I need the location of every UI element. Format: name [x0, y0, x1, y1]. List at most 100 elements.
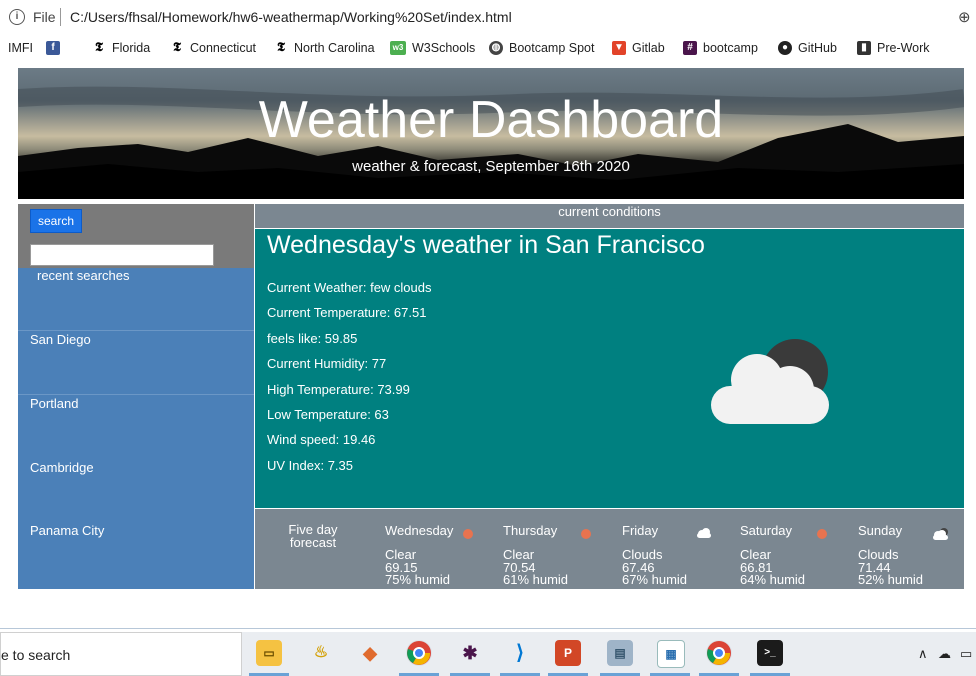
info-icon[interactable]: i: [9, 9, 25, 25]
bookmark-github[interactable]: ● GitHub: [778, 41, 837, 55]
bookmark-label: W3Schools: [412, 41, 476, 55]
terminal-icon[interactable]: >_: [757, 640, 783, 666]
current-weather: Current Weather: few clouds: [267, 280, 432, 295]
taskbar: e to search ▭ ♨ ◆ ✱ ⟩ P ▤ ▦ >_ ∧ ☁ ▭: [0, 632, 976, 676]
genie-icon[interactable]: ♨: [308, 640, 334, 666]
bookmark-facebook[interactable]: f: [46, 41, 60, 55]
file-label: File: [33, 9, 56, 25]
day-details: Clouds 67.46 67% humid: [622, 548, 688, 587]
current-conditions-header: current conditions: [255, 204, 964, 228]
day-humidity: 52% humid: [858, 572, 924, 587]
cloud-icon: [933, 528, 948, 540]
browser-window-icon[interactable]: ▦: [657, 640, 685, 668]
uv-index: UV Index: 7.35: [267, 458, 353, 473]
day-humidity: 64% humid: [740, 572, 806, 587]
w3schools-icon: w3: [390, 41, 406, 55]
bookmark-bootcamp[interactable]: # bootcamp: [683, 41, 758, 55]
vscode-icon[interactable]: ⟩: [507, 640, 533, 666]
bookmark-florida[interactable]: 𝕿 Florida: [92, 41, 151, 56]
bookmark-label: North Carolina: [294, 41, 375, 55]
current-heading: Wednesday's weather in San Francisco: [267, 231, 705, 259]
book-icon: ▮: [857, 41, 871, 55]
day-details: Clear 66.81 64% humid: [740, 548, 806, 587]
slack-icon: #: [683, 41, 697, 55]
sun-icon: [581, 529, 591, 539]
network-icon[interactable]: ▭: [960, 646, 972, 662]
url-text[interactable]: C:/Users/fhsal/Homework/hw6-weathermap/W…: [70, 9, 512, 25]
feels-like: feels like: 59.85: [267, 331, 358, 346]
day-humidity: 67% humid: [622, 572, 688, 587]
recent-item-cambridge[interactable]: Cambridge: [30, 460, 94, 475]
file-explorer-icon[interactable]: ▭: [256, 640, 282, 666]
gitlab-icon: ▼: [612, 41, 626, 55]
day-details: Clouds 71.44 52% humid: [858, 548, 924, 587]
address-separator: [60, 8, 61, 26]
bookmark-pre-work[interactable]: ▮ Pre-Work: [857, 41, 930, 55]
day-details: Clear 69.15 75% humid: [385, 548, 451, 587]
forecast-panel: Five day forecast Wednesday Clear 69.15 …: [255, 509, 964, 589]
bookmarks-bar: IMFI f 𝕿 Florida 𝕿 Connecticut 𝕿 North C…: [0, 36, 976, 62]
horizontal-scrollbar[interactable]: [0, 628, 976, 629]
nytimes-icon: 𝕿: [277, 40, 285, 55]
bookmark-label: Connecticut: [190, 41, 257, 55]
nytimes-icon: 𝕿: [173, 40, 181, 55]
bookmark-label: bootcamp: [703, 41, 758, 55]
chevron-up-icon[interactable]: ∧: [918, 646, 928, 662]
hero-banner: Weather Dashboard weather & forecast, Se…: [18, 68, 964, 199]
page-subtitle: weather & forecast, September 16th 2020: [352, 158, 630, 175]
day-name: Sunday: [858, 523, 903, 538]
recent-item-portland[interactable]: Portland: [30, 396, 78, 411]
high-temperature: High Temperature: 73.99: [267, 382, 410, 397]
search-input[interactable]: [30, 244, 214, 266]
chrome-icon[interactable]: [706, 640, 732, 666]
zoom-icon[interactable]: ⊕: [958, 8, 971, 26]
sun-icon: [817, 529, 827, 539]
chrome-icon[interactable]: [406, 640, 432, 666]
bookmark-connecticut[interactable]: 𝕿 Connecticut: [170, 40, 257, 56]
current-temperature: Current Temperature: 67.51: [267, 305, 427, 320]
forecast-label-line2: forecast: [289, 535, 337, 550]
day-name: Wednesday: [385, 523, 454, 538]
search-panel: search: [18, 204, 254, 268]
sidebar: search recent searches San Diego Portlan…: [18, 204, 254, 589]
bookmark-gitlab[interactable]: ▼ Gitlab: [612, 41, 665, 55]
recent-item-san-diego[interactable]: San Diego: [30, 332, 91, 347]
taskbar-search[interactable]: e to search: [0, 632, 242, 676]
github-icon: ●: [778, 41, 792, 55]
cloud-moon-icon: [711, 339, 829, 424]
day-details: Clear 70.54 61% humid: [503, 548, 569, 587]
globe-icon: ◍: [489, 41, 503, 55]
day-humidity: 75% humid: [385, 572, 451, 587]
divider: [18, 394, 254, 395]
bookmark-label: GitHub: [798, 41, 837, 55]
address-bar: i File C:/Users/fhsal/Homework/hw6-weath…: [0, 0, 976, 36]
day-name: Thursday: [503, 523, 558, 538]
facebook-icon: f: [46, 41, 60, 55]
day-name: Saturday: [740, 523, 793, 538]
bookmark-bootcamp-spot[interactable]: ◍ Bootcamp Spot: [489, 41, 594, 55]
day-humidity: 61% humid: [503, 572, 569, 587]
powerpoint-icon[interactable]: P: [555, 640, 581, 666]
recent-searches-label: recent searches: [37, 268, 130, 283]
current-humidity: Current Humidity: 77: [267, 356, 387, 371]
git-icon[interactable]: ◆: [357, 640, 383, 666]
bookmark-label: IMFI: [8, 41, 33, 55]
bookmark-label: Gitlab: [632, 41, 665, 55]
onedrive-icon[interactable]: ☁: [938, 646, 951, 662]
low-temperature: Low Temperature: 63: [267, 407, 389, 422]
bookmark-north-carolina[interactable]: 𝕿 North Carolina: [274, 40, 375, 56]
search-button[interactable]: search: [30, 209, 82, 233]
bookmark-label: Florida: [112, 41, 151, 55]
recent-item-panama-city[interactable]: Panama City: [30, 523, 104, 538]
divider: [18, 330, 254, 331]
cloud-icon: [697, 528, 711, 538]
current-weather-panel: Wednesday's weather in San Francisco Cur…: [255, 229, 964, 508]
bookmark-label: Bootcamp Spot: [509, 41, 595, 55]
notepad-icon[interactable]: ▤: [607, 640, 633, 666]
bookmark-w3schools[interactable]: w3 W3Schools: [390, 41, 475, 55]
page-title: Weather Dashboard: [258, 91, 724, 149]
forecast-label: Five day forecast: [277, 523, 349, 549]
taskbar-search-text: e to search: [1, 647, 71, 663]
slack-icon[interactable]: ✱: [457, 640, 483, 666]
bookmark-imfi[interactable]: IMFI: [8, 41, 33, 55]
